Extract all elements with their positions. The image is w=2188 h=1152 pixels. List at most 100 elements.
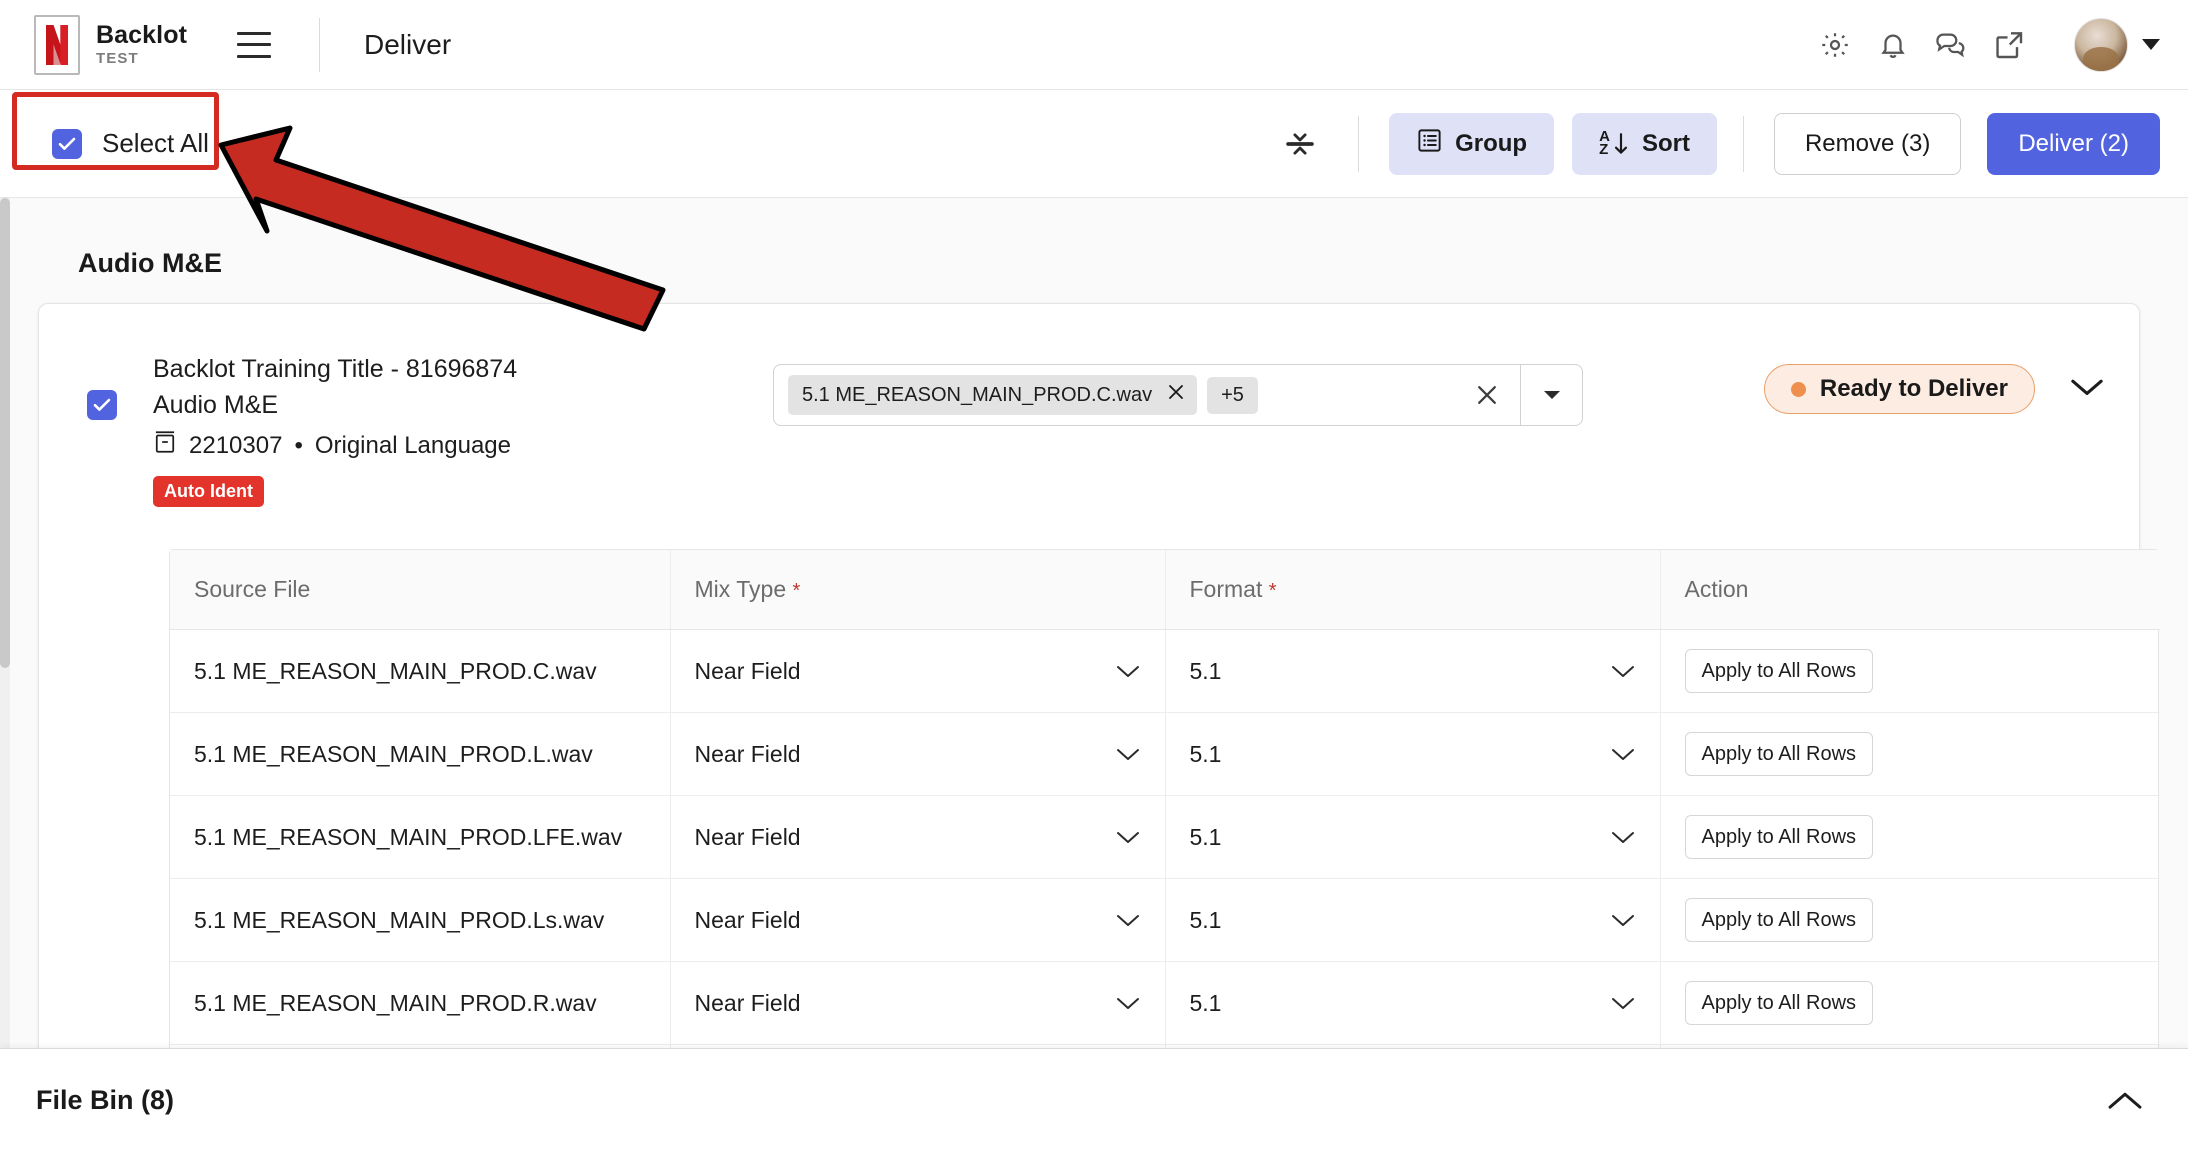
card-status-area: Ready to Deliver: [1763, 338, 2105, 414]
file-bin-collapse-chevron-icon[interactable]: [2106, 1090, 2144, 1112]
column-header-source-file: Source File: [170, 550, 671, 630]
cell-source-file: 5.1 ME_REASON_MAIN_PROD.LFE.wav: [170, 795, 671, 879]
cell-mix-type[interactable]: Near Field: [670, 961, 1166, 1045]
remove-button[interactable]: Remove (3): [1773, 112, 1962, 175]
select-all-control[interactable]: Select All: [34, 116, 233, 171]
table-head: Source File Mix Type * Format * Action: [170, 550, 2160, 630]
cell-action: Apply to All Rows: [1660, 795, 2160, 879]
status-badge: Ready to Deliver: [1763, 364, 2035, 414]
toolbar-divider-2: [1742, 115, 1744, 172]
brand-text: Backlot TEST: [96, 22, 187, 67]
cell-mix-type[interactable]: Near Field: [670, 629, 1166, 713]
cell-format[interactable]: 5.1: [1165, 712, 1661, 796]
table-body: 5.1 ME_REASON_MAIN_PROD.C.wav Near Field…: [170, 629, 2160, 1078]
required-marker: *: [792, 580, 801, 602]
chevron-down-icon[interactable]: [1115, 907, 1141, 934]
deliver-page: Backlot TEST Deliver Select All Group A …: [0, 0, 2188, 1152]
format-value: 5.1: [1189, 657, 1222, 684]
column-label: Mix Type: [694, 576, 787, 602]
column-label: Source File: [194, 576, 311, 602]
card-language: Original Language: [314, 431, 511, 459]
apply-to-all-rows-button[interactable]: Apply to All Rows: [1684, 732, 1874, 776]
cell-mix-type[interactable]: Near Field: [670, 878, 1166, 962]
chat-icon[interactable]: [1922, 16, 1980, 74]
remove-chip-icon[interactable]: [1166, 382, 1186, 408]
cell-source-file: 5.1 ME_REASON_MAIN_PROD.R.wav: [170, 961, 671, 1045]
chevron-down-icon[interactable]: [1610, 741, 1636, 768]
mix-type-value: Near Field: [694, 740, 801, 767]
menu-hamburger-icon[interactable]: [237, 31, 272, 58]
status-dot-icon: [1790, 381, 1806, 397]
brand-logo-group[interactable]: Backlot TEST: [34, 14, 187, 75]
card-row-checkbox[interactable]: [87, 390, 117, 420]
chevron-down-icon[interactable]: [1115, 824, 1141, 851]
card-subtitle: Audio M&E: [153, 390, 279, 419]
chevron-down-icon[interactable]: [1610, 907, 1636, 934]
clear-selection-icon[interactable]: [1454, 382, 1520, 408]
cell-action: Apply to All Rows: [1660, 712, 2160, 796]
multiselect-dropdown-icon[interactable]: [1520, 365, 1582, 425]
topbar-actions: [1806, 16, 2160, 74]
cell-action: Apply to All Rows: [1660, 961, 2160, 1045]
cell-format[interactable]: 5.1: [1165, 629, 1661, 713]
required-marker: *: [1268, 580, 1277, 602]
card-title: Backlot Training Title - 81696874: [153, 355, 518, 383]
content-scrollbar-thumb[interactable]: [0, 198, 10, 668]
chevron-down-icon[interactable]: [1115, 741, 1141, 768]
apply-to-all-rows-button[interactable]: Apply to All Rows: [1684, 981, 1874, 1025]
collapse-all-icon[interactable]: [1272, 116, 1328, 172]
main-content: Audio M&E Backlot Training Title - 81696…: [0, 198, 2188, 1078]
page-title: Deliver: [364, 28, 452, 60]
card-header: Backlot Training Title - 81696874 Audio …: [73, 338, 2105, 507]
sort-button-label: Sort: [1641, 129, 1690, 157]
cell-format[interactable]: 5.1: [1165, 795, 1661, 879]
bell-icon[interactable]: [1864, 16, 1922, 74]
card-id: 2210307: [189, 431, 283, 459]
chevron-down-icon[interactable]: [1610, 824, 1636, 851]
selected-file-chip-label: 5.1 ME_REASON_MAIN_PROD.C.wav: [802, 383, 1153, 406]
top-navigation-bar: Backlot TEST Deliver: [0, 0, 2188, 90]
cell-action: Apply to All Rows: [1660, 629, 2160, 713]
chevron-down-icon[interactable]: [1115, 990, 1141, 1017]
apply-to-all-rows-button[interactable]: Apply to All Rows: [1684, 815, 1874, 859]
apply-to-all-rows-button[interactable]: Apply to All Rows: [1684, 649, 1874, 693]
external-link-icon[interactable]: [1980, 16, 2038, 74]
selected-file-chip[interactable]: 5.1 ME_REASON_MAIN_PROD.C.wav: [788, 375, 1198, 415]
user-menu[interactable]: [2074, 17, 2160, 72]
table-row: 5.1 ME_REASON_MAIN_PROD.C.wav Near Field…: [170, 629, 2160, 713]
delivery-request-card: Backlot Training Title - 81696874 Audio …: [38, 303, 2160, 1078]
cell-source-file: 5.1 ME_REASON_MAIN_PROD.L.wav: [170, 712, 671, 796]
cell-format[interactable]: 5.1: [1165, 878, 1661, 962]
card-metadata: Backlot Training Title - 81696874 Audio …: [153, 338, 773, 507]
file-bin-bar[interactable]: File Bin (8): [0, 1048, 2188, 1152]
column-header-mix-type: Mix Type *: [670, 550, 1166, 630]
content-scrollbar[interactable]: [0, 198, 10, 1078]
card-expand-chevron-icon[interactable]: [2069, 376, 2105, 403]
cell-mix-type[interactable]: Near Field: [670, 795, 1166, 879]
chevron-down-icon[interactable]: [1610, 990, 1636, 1017]
table-row: 5.1 ME_REASON_MAIN_PROD.R.wav Near Field…: [170, 961, 2160, 1045]
status-badge-label: Ready to Deliver: [1819, 375, 2008, 402]
group-button[interactable]: Group: [1389, 112, 1555, 175]
select-all-label: Select All: [102, 128, 209, 158]
cell-mix-type[interactable]: Near Field: [670, 712, 1166, 796]
file-multiselect[interactable]: 5.1 ME_REASON_MAIN_PROD.C.wav +5: [773, 364, 1583, 426]
select-all-checkbox[interactable]: [52, 128, 82, 159]
toolbar-right-actions: Group AZ Sort Remove (3) Deliver (2): [1272, 112, 2160, 175]
cell-format[interactable]: 5.1: [1165, 961, 1661, 1045]
table-header-row: Source File Mix Type * Format * Action: [170, 550, 2160, 630]
chevron-down-icon[interactable]: [1610, 658, 1636, 685]
file-bin-label: File Bin (8): [36, 1085, 175, 1115]
sort-button[interactable]: AZ Sort: [1572, 112, 1717, 175]
gear-icon[interactable]: [1806, 16, 1864, 74]
chevron-down-icon[interactable]: [2142, 39, 2160, 50]
deliver-button[interactable]: Deliver (2): [1987, 112, 2160, 175]
table-row: 5.1 ME_REASON_MAIN_PROD.L.wav Near Field…: [170, 712, 2160, 796]
format-value: 5.1: [1189, 989, 1222, 1016]
cell-action: Apply to All Rows: [1660, 878, 2160, 962]
format-value: 5.1: [1189, 740, 1222, 767]
chevron-down-icon[interactable]: [1115, 658, 1141, 685]
more-files-chip[interactable]: +5: [1207, 376, 1258, 414]
archive-box-icon: [153, 429, 177, 462]
apply-to-all-rows-button[interactable]: Apply to All Rows: [1684, 898, 1874, 942]
